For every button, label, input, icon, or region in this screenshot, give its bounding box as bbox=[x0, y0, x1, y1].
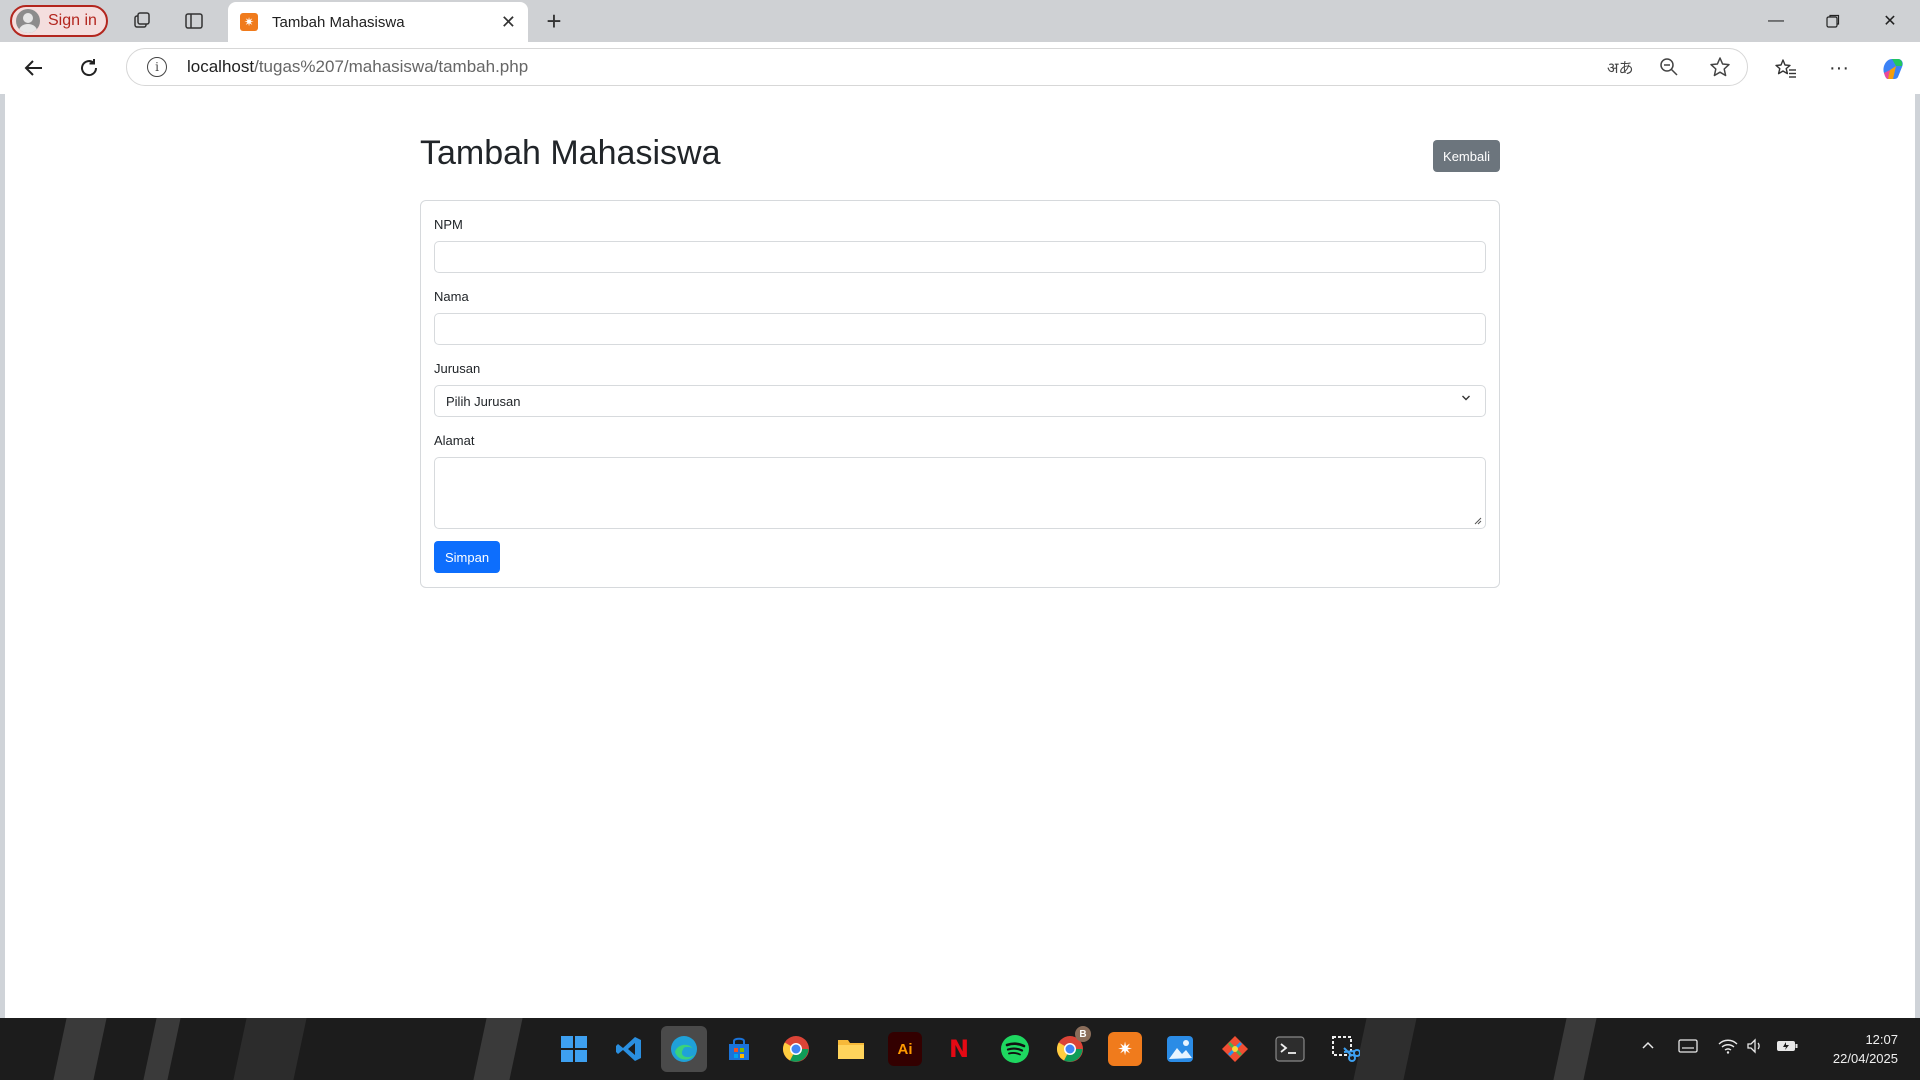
favorite-star-icon[interactable] bbox=[1709, 56, 1731, 83]
show-hidden-icons-icon[interactable] bbox=[1640, 1038, 1656, 1058]
alamat-textarea[interactable] bbox=[434, 457, 1486, 529]
sign-in-button[interactable]: Sign in bbox=[10, 5, 108, 37]
wallpaper-stroke bbox=[233, 1018, 307, 1080]
simpan-button[interactable]: Simpan bbox=[434, 541, 501, 573]
resize-grip-icon[interactable] bbox=[1474, 517, 1482, 525]
profile-avatar-icon bbox=[16, 9, 40, 33]
wallpaper-stroke bbox=[473, 1018, 523, 1080]
workspaces-icon[interactable] bbox=[126, 5, 158, 37]
chrome-profile-icon[interactable]: B bbox=[1053, 1026, 1091, 1066]
wallpaper-stroke bbox=[53, 1018, 107, 1080]
system-clock[interactable]: 12:07 22/04/2025 bbox=[1833, 1030, 1898, 1068]
microsoft-store-icon[interactable] bbox=[722, 1032, 756, 1066]
sign-in-label: Sign in bbox=[48, 12, 97, 29]
spotify-icon[interactable] bbox=[998, 1032, 1032, 1066]
kembali-button[interactable]: Kembali bbox=[1433, 140, 1500, 172]
edge-icon[interactable] bbox=[661, 1026, 707, 1072]
clock-time: 12:07 bbox=[1865, 1032, 1898, 1047]
url-text: localhost/tugas%207/mahasiswa/tambah.php bbox=[187, 57, 528, 77]
refresh-icon[interactable] bbox=[73, 52, 105, 84]
terminal-icon[interactable] bbox=[1273, 1032, 1307, 1066]
url-path: /tugas%207/mahasiswa/tambah.php bbox=[254, 57, 529, 76]
minimize-icon[interactable]: — bbox=[1748, 0, 1804, 42]
wifi-icon[interactable] bbox=[1718, 1038, 1738, 1058]
jurusan-selected-value: Pilih Jurusan bbox=[446, 393, 521, 409]
clock-date: 22/04/2025 bbox=[1832, 1051, 1898, 1066]
browser-toolbar: i localhost/tugas%207/mahasiswa/tambah.p… bbox=[0, 42, 1920, 94]
npm-input[interactable] bbox=[434, 241, 1486, 273]
vertical-tabs-icon[interactable] bbox=[178, 5, 210, 37]
browser-titlebar: Sign in ✷ Tambah Mahasiswa ✕ + — ✕ bbox=[0, 0, 1920, 42]
chevron-down-icon bbox=[1462, 395, 1470, 401]
npm-label: NPM bbox=[434, 217, 463, 232]
snipping-tool-icon[interactable] bbox=[1328, 1032, 1362, 1066]
wallpaper-stroke bbox=[1553, 1018, 1597, 1080]
illustrator-icon[interactable]: Ai bbox=[888, 1032, 922, 1066]
copilot-icon[interactable] bbox=[1877, 52, 1909, 84]
translate-icon[interactable]: अあ bbox=[1607, 57, 1633, 78]
back-arrow-icon[interactable] bbox=[18, 52, 50, 84]
nama-input[interactable] bbox=[434, 313, 1486, 345]
alamat-label: Alamat bbox=[434, 433, 475, 448]
xampp-favicon-icon: ✷ bbox=[240, 13, 258, 31]
tab-tambah-mahasiswa[interactable]: ✷ Tambah Mahasiswa ✕ bbox=[228, 2, 528, 42]
mahasiswa-form-card: NPM Nama Jurusan Pilih Jurusan Alamat Si… bbox=[420, 200, 1500, 588]
profile-badge: B bbox=[1075, 1026, 1091, 1042]
wallpaper-stroke bbox=[143, 1018, 181, 1080]
git-icon[interactable] bbox=[1218, 1032, 1252, 1066]
close-window-icon[interactable]: ✕ bbox=[1862, 0, 1918, 42]
chrome-icon[interactable] bbox=[779, 1032, 813, 1066]
netflix-icon[interactable]: N bbox=[942, 1032, 976, 1066]
site-info-icon[interactable]: i bbox=[147, 57, 167, 77]
page-viewport: Tambah Mahasiswa Kembali NPM Nama Jurusa… bbox=[5, 94, 1915, 1018]
favorites-icon[interactable] bbox=[1770, 52, 1802, 84]
url-host: localhost bbox=[187, 57, 255, 76]
jurusan-select[interactable]: Pilih Jurusan bbox=[434, 385, 1486, 417]
volume-icon[interactable] bbox=[1746, 1038, 1764, 1058]
vscode-icon[interactable] bbox=[612, 1032, 646, 1066]
address-bar[interactable]: i localhost/tugas%207/mahasiswa/tambah.p… bbox=[126, 48, 1748, 86]
xampp-icon[interactable]: ✷ bbox=[1108, 1032, 1142, 1066]
touch-keyboard-icon[interactable] bbox=[1678, 1038, 1698, 1058]
windows-taskbar: Ai N B ✷ 12:07 22/04/2025 bbox=[0, 1018, 1920, 1080]
battery-icon[interactable] bbox=[1776, 1038, 1798, 1058]
jurusan-label: Jurusan bbox=[434, 361, 481, 376]
tab-title: Tambah Mahasiswa bbox=[272, 13, 405, 31]
windows-start-icon[interactable] bbox=[557, 1032, 591, 1066]
zoom-out-icon[interactable] bbox=[1659, 57, 1679, 82]
close-tab-icon[interactable]: ✕ bbox=[501, 12, 516, 33]
page-title: Tambah Mahasiswa bbox=[420, 134, 721, 172]
photos-icon[interactable] bbox=[1163, 1032, 1197, 1066]
more-options-icon[interactable]: ··· bbox=[1823, 52, 1855, 84]
file-explorer-icon[interactable] bbox=[834, 1032, 868, 1066]
nama-label: Nama bbox=[434, 289, 469, 304]
restore-icon[interactable] bbox=[1805, 0, 1861, 42]
new-tab-icon[interactable]: + bbox=[538, 5, 570, 37]
wallpaper-stroke bbox=[1353, 1018, 1417, 1080]
